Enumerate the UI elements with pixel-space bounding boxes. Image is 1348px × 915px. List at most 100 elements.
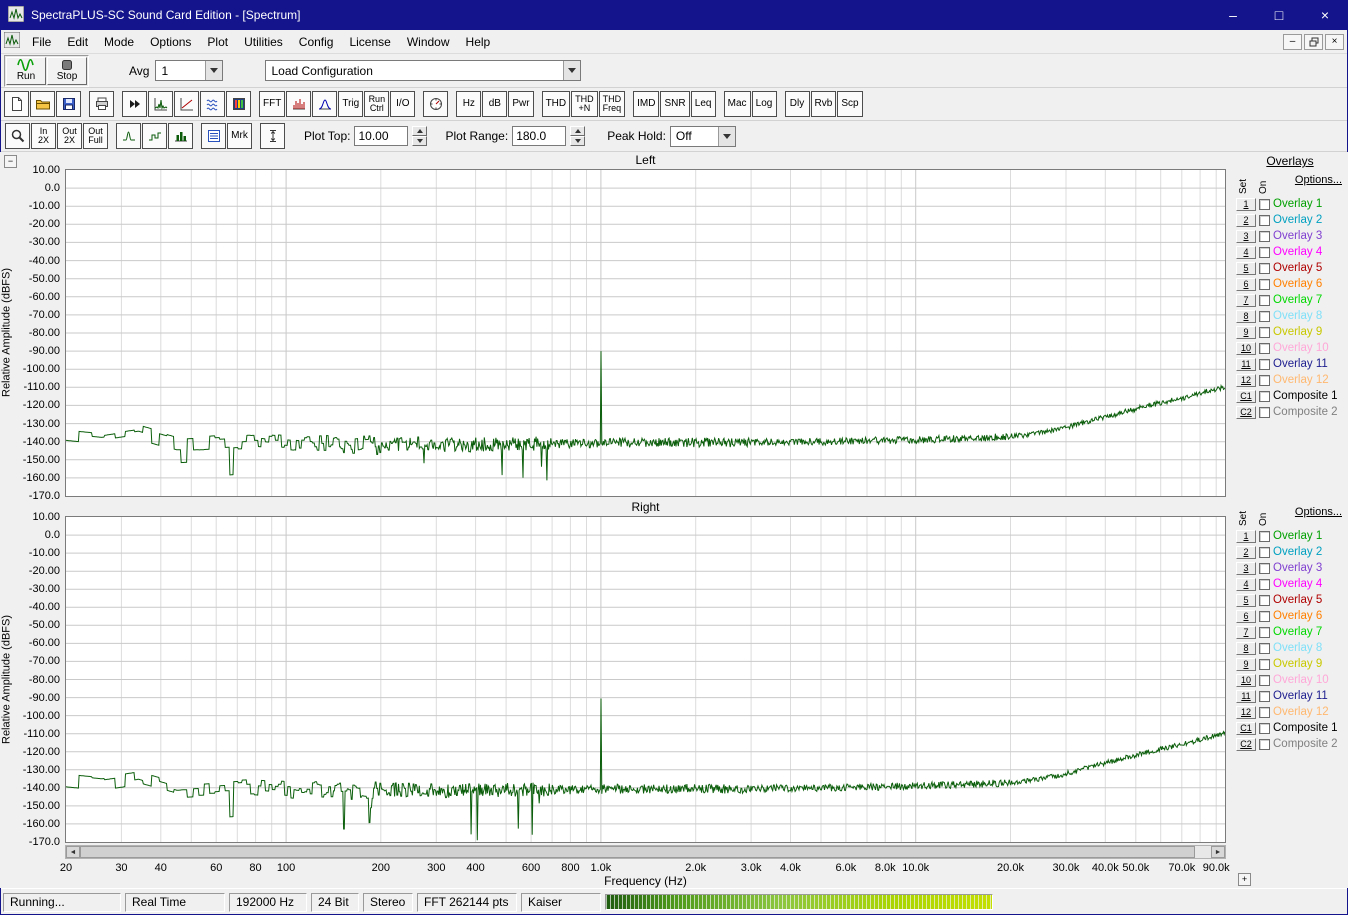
overlay-set-button-1[interactable]: 1 (1236, 530, 1256, 543)
overlay-on-checkbox-10[interactable] (1259, 675, 1270, 686)
units-db-button[interactable]: dB (482, 91, 507, 117)
overlay-set-button-12[interactable]: 12 (1236, 374, 1256, 387)
cursor-button[interactable] (260, 123, 285, 149)
menu-config[interactable]: Config (291, 32, 342, 52)
overlay-set-button-8[interactable]: 8 (1236, 310, 1256, 323)
post-process-button[interactable] (122, 91, 147, 117)
overlay-set-button-7[interactable]: 7 (1236, 294, 1256, 307)
overlay-set-button-3[interactable]: 3 (1236, 562, 1256, 575)
overlay-set-button-7[interactable]: 7 (1236, 626, 1256, 639)
overlay-on-checkbox-6[interactable] (1259, 279, 1270, 290)
overlay-on-checkbox-5[interactable] (1259, 595, 1270, 606)
peak-curve-button[interactable] (116, 123, 141, 149)
overlay-set-button-9[interactable]: 9 (1236, 658, 1256, 671)
minimize-button[interactable]: – (1210, 0, 1256, 30)
overlay-on-checkbox-4[interactable] (1259, 579, 1270, 590)
overlay-on-checkbox-6[interactable] (1259, 611, 1270, 622)
spectrogram-view-button[interactable] (226, 91, 251, 117)
delay-button[interactable]: Dly (785, 91, 810, 117)
spectrum-plot-left[interactable] (65, 169, 1226, 497)
overlay-set-button-C1[interactable]: C1 (1236, 390, 1256, 403)
overlay-set-button-6[interactable]: 6 (1236, 610, 1256, 623)
load-configuration-select[interactable]: Load Configuration (265, 60, 581, 81)
zoom-out-2x-button[interactable]: Out 2X (57, 123, 82, 149)
menu-file[interactable]: File (24, 32, 59, 52)
overlay-on-checkbox-11[interactable] (1259, 359, 1270, 370)
spin-down-icon[interactable] (412, 136, 427, 146)
thd-button[interactable]: THD (542, 91, 571, 117)
scope-button[interactable]: Scp (837, 91, 862, 117)
snr-button[interactable]: SNR (660, 91, 689, 117)
plot-range-spinner[interactable] (570, 126, 585, 146)
overlay-on-checkbox-10[interactable] (1259, 343, 1270, 354)
trigger-settings-button[interactable]: Trig (338, 91, 363, 117)
marker-button[interactable]: Mrk (227, 123, 252, 149)
plot-top-spinner[interactable] (412, 126, 427, 146)
line-plot-button[interactable] (142, 123, 167, 149)
overlay-on-checkbox-4[interactable] (1259, 247, 1270, 258)
avg-select[interactable]: 1 (155, 60, 223, 81)
zoom-out-full-button[interactable]: Out Full (83, 123, 108, 149)
maximize-button[interactable]: □ (1256, 0, 1302, 30)
sampling-settings-button[interactable] (286, 91, 311, 117)
overlay-set-button-5[interactable]: 5 (1236, 262, 1256, 275)
menu-license[interactable]: License (341, 32, 398, 52)
overlay-on-checkbox-12[interactable] (1259, 707, 1270, 718)
window-settings-button[interactable] (312, 91, 337, 117)
spectrum-view-button[interactable] (148, 91, 173, 117)
overlay-on-checkbox-2[interactable] (1259, 547, 1270, 558)
run-control-button[interactable]: Run Ctrl (364, 91, 389, 117)
overlay-on-checkbox-8[interactable] (1259, 311, 1270, 322)
run-button[interactable]: Run (6, 57, 46, 85)
overlay-set-button-2[interactable]: 2 (1236, 214, 1256, 227)
menu-utilities[interactable]: Utilities (236, 32, 291, 52)
overlay-on-checkbox-7[interactable] (1259, 627, 1270, 638)
overlay-on-checkbox-C2[interactable] (1259, 739, 1270, 750)
imd-button[interactable]: IMD (633, 91, 659, 117)
scrollbar-thumb[interactable] (80, 846, 1195, 858)
thd-freq-button[interactable]: THD Freq (599, 91, 626, 117)
overlay-on-checkbox-1[interactable] (1259, 199, 1270, 210)
overlay-on-checkbox-C1[interactable] (1259, 723, 1270, 734)
frequency-scrollbar[interactable]: ◄ ► (65, 845, 1226, 859)
overlay-set-button-5[interactable]: 5 (1236, 594, 1256, 607)
overlay-options-button[interactable]: Options... (1295, 506, 1342, 518)
macro-button[interactable]: Mac (724, 91, 751, 117)
overlay-on-checkbox-11[interactable] (1259, 691, 1270, 702)
overlay-set-button-6[interactable]: 6 (1236, 278, 1256, 291)
phase-view-button[interactable] (174, 91, 199, 117)
expand-button[interactable]: + (1238, 873, 1251, 886)
meter-button[interactable] (423, 91, 448, 117)
spin-up-icon[interactable] (570, 126, 585, 136)
overlay-set-button-12[interactable]: 12 (1236, 706, 1256, 719)
overlay-set-button-1[interactable]: 1 (1236, 198, 1256, 211)
overlay-set-button-4[interactable]: 4 (1236, 246, 1256, 259)
menu-mode[interactable]: Mode (96, 32, 142, 52)
thd-plus-n-button[interactable]: THD +N (571, 91, 598, 117)
mdi-minimize-button[interactable]: – (1283, 34, 1302, 50)
overlay-on-checkbox-3[interactable] (1259, 563, 1270, 574)
overlay-set-button-C2[interactable]: C2 (1236, 738, 1256, 751)
spin-down-icon[interactable] (570, 136, 585, 146)
plot-range-input[interactable] (512, 126, 566, 146)
overlay-set-button-8[interactable]: 8 (1236, 642, 1256, 655)
overlay-on-checkbox-5[interactable] (1259, 263, 1270, 274)
overlay-set-button-11[interactable]: 11 (1236, 358, 1256, 371)
legend-button[interactable] (201, 123, 226, 149)
overlay-set-button-10[interactable]: 10 (1236, 674, 1256, 687)
overlay-on-checkbox-2[interactable] (1259, 215, 1270, 226)
save-button[interactable] (56, 91, 81, 117)
scroll-right-button[interactable]: ► (1211, 846, 1225, 858)
overlay-on-checkbox-C1[interactable] (1259, 391, 1270, 402)
logging-button[interactable]: Log (752, 91, 777, 117)
overlay-on-checkbox-1[interactable] (1259, 531, 1270, 542)
units-hz-button[interactable]: Hz (456, 91, 481, 117)
stop-button[interactable]: Stop (47, 57, 87, 85)
close-button[interactable]: × (1302, 0, 1348, 30)
overlay-set-button-4[interactable]: 4 (1236, 578, 1256, 591)
collapse-button[interactable]: − (4, 155, 17, 168)
overlay-set-button-11[interactable]: 11 (1236, 690, 1256, 703)
leq-button[interactable]: Leq (691, 91, 716, 117)
overlay-set-button-C2[interactable]: C2 (1236, 406, 1256, 419)
overlay-set-button-9[interactable]: 9 (1236, 326, 1256, 339)
